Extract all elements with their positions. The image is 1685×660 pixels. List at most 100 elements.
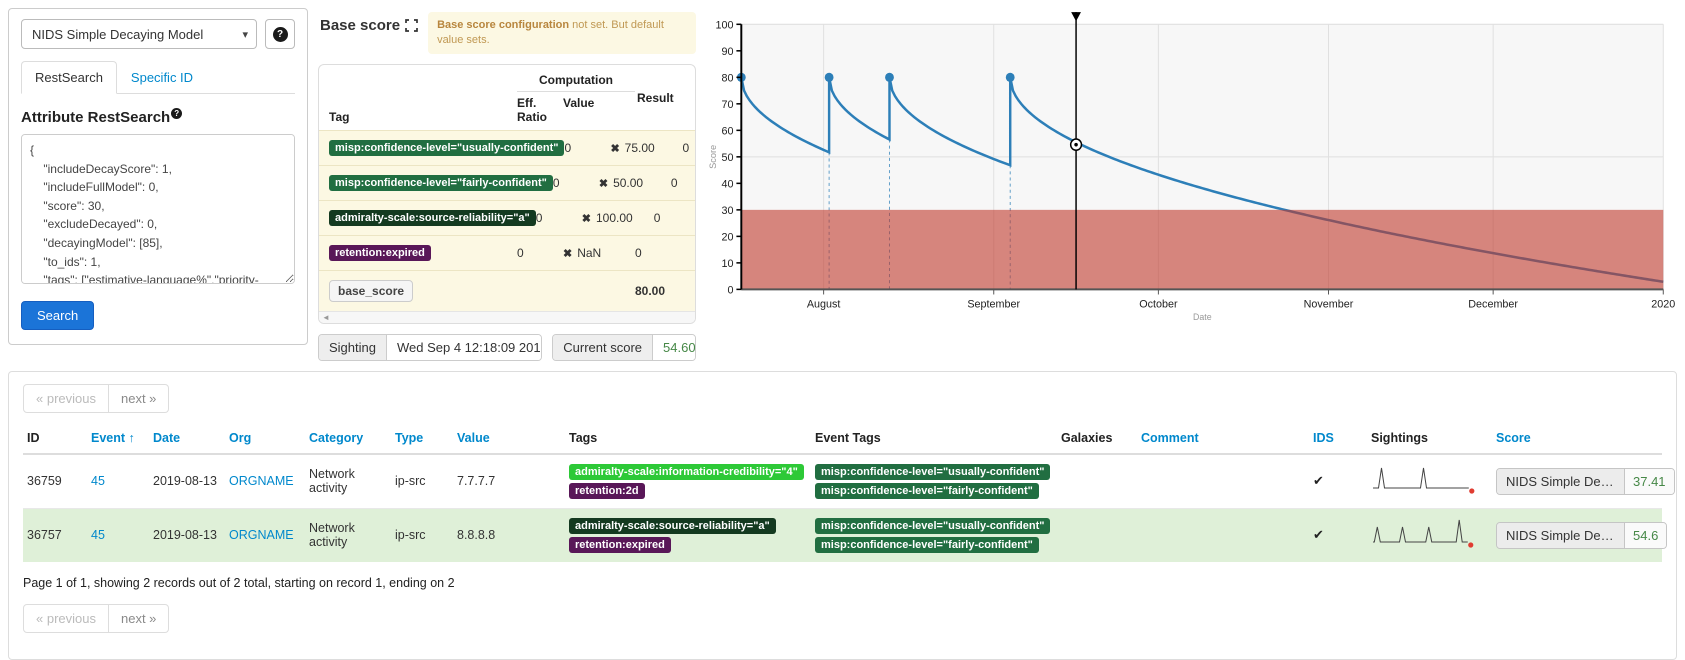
result-value: 0 bbox=[654, 211, 696, 225]
col-comment[interactable]: Comment bbox=[1137, 425, 1309, 454]
tag-badge: retention:expired bbox=[569, 537, 671, 553]
eff-ratio-value: 0 bbox=[517, 246, 563, 260]
result-value: 0 bbox=[635, 246, 685, 260]
col-tag: Tag bbox=[329, 110, 517, 124]
tag-badge: admiralty-scale:source-reliability="a" bbox=[329, 210, 536, 226]
decay-score-chart[interactable]: 0102030405060708090100AugustSeptemberOct… bbox=[706, 8, 1677, 322]
top-section: NIDS Simple Decaying Model ▾ ? RestSearc… bbox=[0, 0, 1685, 361]
eff-ratio-value: 0 bbox=[564, 141, 610, 155]
restsearch-heading: Attribute RestSearch? bbox=[21, 108, 295, 126]
ids-check-icon: ✔ bbox=[1313, 527, 1324, 542]
svg-text:30: 30 bbox=[721, 205, 733, 217]
svg-text:40: 40 bbox=[721, 178, 733, 190]
result-value: 0 bbox=[682, 141, 696, 155]
col-org[interactable]: Org bbox=[225, 425, 305, 454]
cell-category: Network activity bbox=[305, 454, 391, 509]
base-score-row: misp:confidence-level="usually-confident… bbox=[319, 130, 695, 165]
event-tag-badge: misp:confidence-level="fairly-confident" bbox=[815, 483, 1039, 499]
pagination-top: « previous next » bbox=[23, 384, 169, 413]
event-tag-badge: misp:confidence-level="usually-confident… bbox=[815, 464, 1050, 480]
svg-text:0: 0 bbox=[727, 284, 733, 296]
score-value: 54.6 bbox=[1625, 523, 1666, 548]
base-score-row: misp:confidence-level="fairly-confident"… bbox=[319, 165, 695, 200]
model-search-panel: NIDS Simple Decaying Model ▾ ? RestSearc… bbox=[8, 8, 308, 345]
org-link[interactable]: ORGNAME bbox=[229, 474, 294, 488]
previous-page-button[interactable]: « previous bbox=[23, 604, 109, 633]
svg-text:50: 50 bbox=[721, 152, 733, 164]
decaying-model-select[interactable]: NIDS Simple Decaying Model ▾ bbox=[21, 19, 257, 49]
base-score-badge: base_score bbox=[329, 280, 413, 302]
col-type[interactable]: Type bbox=[391, 425, 453, 454]
col-event[interactable]: Event ↑ bbox=[87, 425, 149, 454]
col-score[interactable]: Score bbox=[1492, 425, 1662, 454]
sightings-sparkline bbox=[1371, 516, 1476, 552]
svg-text:70: 70 bbox=[721, 99, 733, 111]
svg-text:October: October bbox=[1139, 299, 1178, 311]
event-link[interactable]: 45 bbox=[91, 474, 105, 488]
help-button[interactable]: ? bbox=[265, 19, 295, 49]
eff-ratio-value: 0 bbox=[536, 211, 582, 225]
base-score-row: admiralty-scale:source-reliability="a" 0… bbox=[319, 200, 695, 235]
computation-value: 100.00 bbox=[596, 211, 633, 225]
horizontal-scrollbar[interactable]: ◄ bbox=[319, 311, 695, 323]
cell-comment bbox=[1137, 508, 1309, 562]
sighting-bar: Sighting Wed Sep 4 12:18:09 2019 Current… bbox=[318, 334, 696, 361]
tag-badge: retention:2d bbox=[569, 483, 645, 499]
sighting-date-value: Wed Sep 4 12:18:09 2019 bbox=[387, 335, 542, 360]
expand-icon[interactable] bbox=[405, 19, 418, 32]
col-ids[interactable]: IDS bbox=[1309, 425, 1367, 454]
svg-text:20: 20 bbox=[721, 231, 733, 243]
multiply-icon: ✖ bbox=[563, 248, 572, 260]
score-model-name: NIDS Simple Decaying ... bbox=[1497, 469, 1625, 494]
attribute-results-panel: « previous next » ID Event ↑ Date Org Ca… bbox=[8, 371, 1677, 660]
tab-restsearch[interactable]: RestSearch bbox=[21, 61, 117, 94]
svg-text:10: 10 bbox=[721, 258, 733, 270]
svg-text:90: 90 bbox=[721, 46, 733, 58]
next-page-button[interactable]: next » bbox=[109, 604, 169, 633]
event-tag-badge: misp:confidence-level="usually-confident… bbox=[815, 518, 1050, 534]
tab-specific-id[interactable]: Specific ID bbox=[117, 61, 207, 94]
current-score-value: 54.60 bbox=[653, 335, 696, 360]
next-page-button[interactable]: next » bbox=[109, 384, 169, 413]
question-icon: ? bbox=[273, 27, 288, 42]
previous-page-button[interactable]: « previous bbox=[23, 384, 109, 413]
score-model-name: NIDS Simple Decaying ... bbox=[1497, 523, 1625, 548]
col-value: Value bbox=[563, 96, 635, 124]
base-score-table: Tag Computation Eff. Ratio Value Result … bbox=[318, 64, 696, 324]
col-value[interactable]: Value bbox=[453, 425, 565, 454]
cell-comment bbox=[1137, 454, 1309, 509]
cell-category: Network activity bbox=[305, 508, 391, 562]
sighting-label: Sighting bbox=[319, 335, 387, 360]
event-tag-badge: misp:confidence-level="fairly-confident" bbox=[815, 537, 1039, 553]
tag-badge: admiralty-scale:information-credibility=… bbox=[569, 464, 804, 480]
col-galaxies: Galaxies bbox=[1057, 425, 1137, 454]
event-link[interactable]: 45 bbox=[91, 528, 105, 542]
base-score-total-row: base_score 80.00 bbox=[319, 270, 695, 311]
cell-galaxies bbox=[1057, 454, 1137, 509]
svg-text:November: November bbox=[1304, 299, 1354, 311]
decay-chart-svg: 0102030405060708090100AugustSeptemberOct… bbox=[706, 8, 1677, 322]
cell-type: ip-src bbox=[391, 508, 453, 562]
decaying-model-selected-value: NIDS Simple Decaying Model bbox=[32, 27, 203, 42]
col-tags: Tags bbox=[565, 425, 811, 454]
cell-value: 8.8.8.8 bbox=[453, 508, 565, 562]
search-button[interactable]: Search bbox=[21, 301, 94, 330]
col-eff-ratio: Eff. Ratio bbox=[517, 96, 563, 124]
col-computation: Computation bbox=[517, 73, 635, 92]
org-link[interactable]: ORGNAME bbox=[229, 528, 294, 542]
svg-text:2020: 2020 bbox=[1651, 299, 1675, 311]
computation-value: NaN bbox=[577, 246, 601, 260]
score-widget: NIDS Simple Decaying ... 54.6 bbox=[1496, 522, 1667, 549]
score-widget: NIDS Simple Decaying ... 37.41 bbox=[1496, 468, 1675, 495]
col-category[interactable]: Category bbox=[305, 425, 391, 454]
svg-text:60: 60 bbox=[721, 125, 733, 137]
cell-date: 2019-08-13 bbox=[149, 508, 225, 562]
cell-id: 36757 bbox=[23, 508, 87, 562]
result-value: 0 bbox=[671, 176, 696, 190]
svg-text:September: September bbox=[967, 299, 1020, 311]
col-date[interactable]: Date bbox=[149, 425, 225, 454]
chevron-down-icon: ▾ bbox=[242, 28, 248, 41]
restsearch-query-input[interactable]: { "includeDecayScore": 1, "includeFullMo… bbox=[21, 134, 295, 284]
restsearch-heading-text: Attribute RestSearch bbox=[21, 109, 170, 126]
current-score-label: Current score bbox=[553, 335, 653, 360]
